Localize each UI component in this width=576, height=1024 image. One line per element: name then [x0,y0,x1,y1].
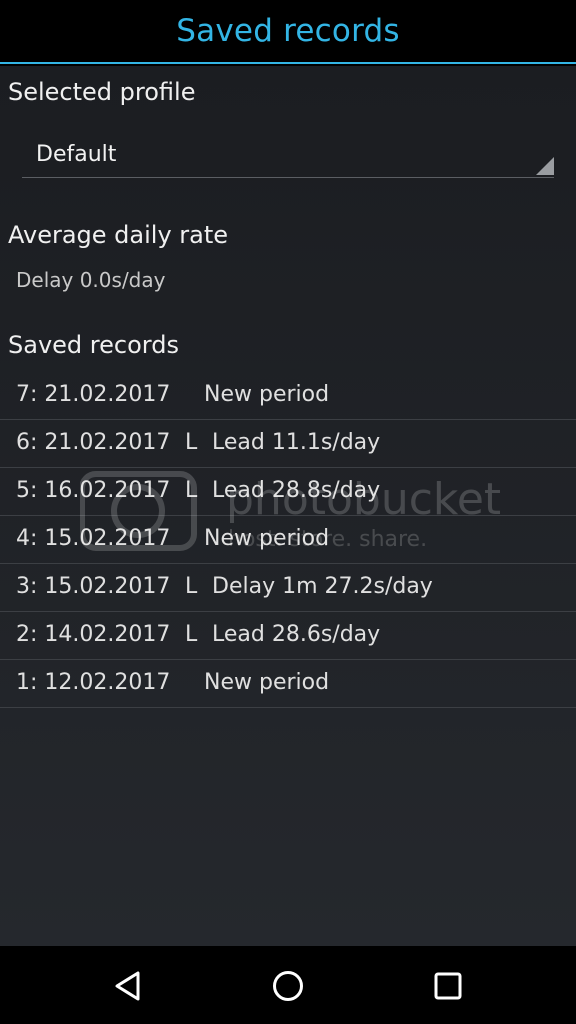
record-flag: L [185,478,198,503]
recents-button[interactable] [428,966,468,1006]
record-description: Lead 28.6s/day [212,622,381,647]
navigation-bar [0,946,576,1024]
record-row-3[interactable]: 3: 15.02.2017 L Delay 1m 27.2s/day [0,564,576,612]
record-description: New period [204,526,330,551]
spinner-arrow-icon [536,157,554,175]
record-row-2[interactable]: 2: 14.02.2017 L Lead 28.6s/day [0,612,576,660]
rate-heading: Average daily rate [8,221,229,249]
action-bar: Saved records [0,0,576,64]
record-row-7[interactable]: 7: 21.02.2017 New period [0,372,576,420]
record-description: New period [204,670,330,695]
profile-spinner-value: Default [36,142,117,167]
records-list: 7: 21.02.2017 New period 6: 21.02.2017 L… [0,372,576,708]
record-row-6[interactable]: 6: 21.02.2017 L Lead 11.1s/day [0,420,576,468]
recents-icon [434,972,462,1000]
record-row-4[interactable]: 4: 15.02.2017 New period [0,516,576,564]
record-row-5[interactable]: 5: 16.02.2017 L Lead 28.8s/day [0,468,576,516]
home-icon [273,971,303,1001]
content-area: Selected profile Default Average daily r… [0,66,576,946]
rate-value: Delay 0.0s/day [16,268,166,292]
record-flag: L [185,622,198,647]
record-date: 6: 21.02.2017 [16,430,171,455]
records-heading: Saved records [8,331,179,359]
record-date: 5: 16.02.2017 [16,478,171,503]
record-flag: L [185,574,198,599]
record-description: Lead 11.1s/day [212,430,381,455]
record-flag: L [185,430,198,455]
back-button[interactable] [108,966,148,1006]
back-icon [115,971,140,1001]
record-date: 1: 12.02.2017 [16,670,171,695]
record-date: 3: 15.02.2017 [16,574,171,599]
profile-spinner[interactable]: Default [22,136,554,178]
profile-heading: Selected profile [8,78,196,106]
record-date: 7: 21.02.2017 [16,382,171,407]
record-description: New period [204,382,330,407]
record-description: Lead 28.8s/day [212,478,381,503]
record-date: 2: 14.02.2017 [16,622,171,647]
home-button[interactable] [268,966,308,1006]
record-date: 4: 15.02.2017 [16,526,171,551]
record-description: Delay 1m 27.2s/day [212,574,433,599]
record-row-1[interactable]: 1: 12.02.2017 New period [0,660,576,708]
page-title: Saved records [176,13,400,49]
